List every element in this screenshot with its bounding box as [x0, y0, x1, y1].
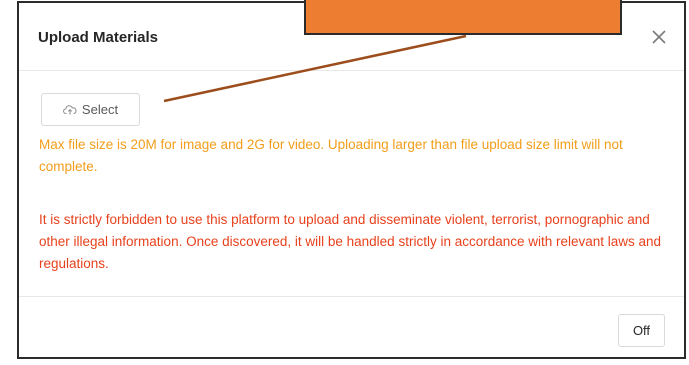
screen: Upload Materials Select Max file size is…: [0, 0, 689, 365]
annotation-arrow: [163, 34, 467, 103]
